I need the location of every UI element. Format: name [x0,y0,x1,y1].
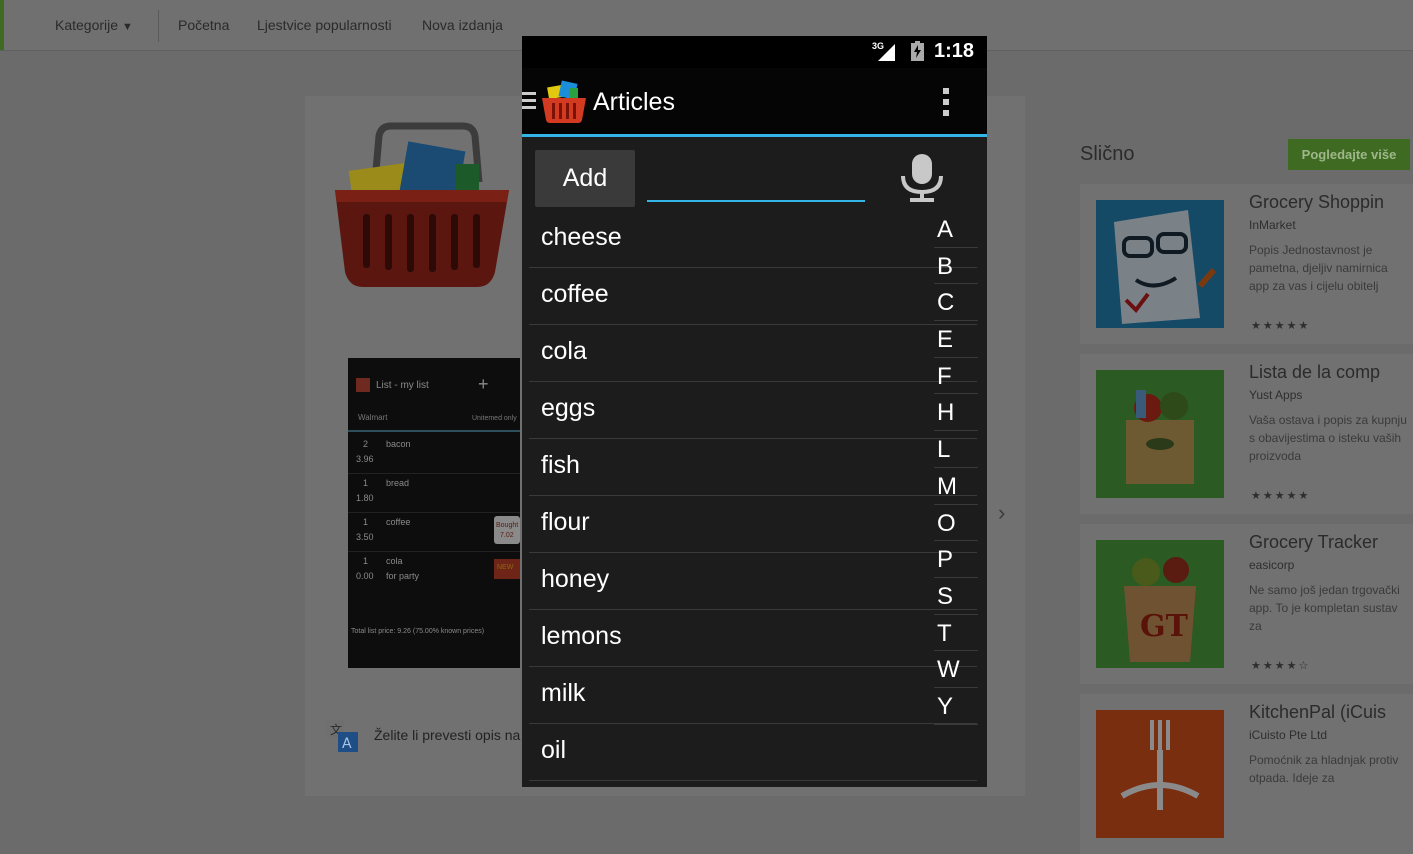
similar-app-developer[interactable]: easicorp [1249,558,1294,572]
alphabet-index: A B C E F H L M O P S T W Y [934,212,978,726]
similar-app-name[interactable]: Grocery Tracker [1249,532,1378,553]
article-item[interactable]: cheese [529,212,977,268]
article-item[interactable]: flour [529,497,977,553]
similar-app-name[interactable]: KitchenPal (iCuis [1249,702,1386,723]
similar-app-description: Ne samo još jedan trgovački app. To je k… [1249,583,1400,633]
nav-charts[interactable]: Ljestvice popularnosti [257,17,392,33]
grocery-tracker-bag-icon: GT [1096,540,1224,668]
index-letter[interactable]: T [934,616,978,652]
star-rating: ★★★★☆ [1251,660,1311,672]
grocery-list-mascot-icon [1096,200,1224,328]
index-letter[interactable]: B [934,249,978,285]
screenshot-total: Total list price: 9.26 (75.00% known pri… [351,628,485,635]
new-badge-icon: NEW [494,559,520,579]
index-letter[interactable]: Y [934,689,978,725]
article-item[interactable]: eggs [529,383,977,439]
article-item[interactable]: oil [529,725,977,781]
similar-app-developer[interactable]: Yust Apps [1249,388,1302,402]
similar-app-card[interactable]: Lista de la comp Yust Apps Vaša ostava i… [1080,354,1413,514]
status-clock: 1:18 [934,40,975,62]
fork-icon [1096,710,1224,838]
battery-charging-icon [911,41,924,61]
phone-screenshot-viewer: 3G 1:18 Articles Add cheese coffee cola … [522,36,987,787]
star-rating: ★★★★★ [1251,320,1311,332]
index-letter[interactable]: M [934,469,978,505]
add-article-button[interactable]: Add [535,150,635,207]
drawer-menu-icon[interactable] [522,90,538,112]
article-item[interactable]: milk [529,668,977,724]
screenshot-basket-icon [356,378,370,392]
star-rating: ★★★★★ [1251,490,1311,502]
screenshot-store-row: Walmart Unitemed only [348,404,520,432]
see-more-button[interactable]: Pogledajte više [1288,139,1410,170]
screenshot-list-row: 1 3.50 coffee Bought 7.02 [348,512,520,552]
article-input[interactable] [647,162,865,202]
screenshot-actionbar: List - my list + [348,374,520,398]
similar-app-description: Vaša ostava i popis za kupnju s obavijes… [1249,413,1407,463]
similar-app-card[interactable]: GT Grocery Tracker easicorp Ne samo još … [1080,524,1413,684]
similar-app-developer[interactable]: iCuisto Pte Ltd [1249,728,1327,742]
similar-app-name[interactable]: Grocery Shoppin [1249,192,1384,213]
svg-text:A: A [342,736,352,752]
similar-app-developer[interactable]: InMarket [1249,218,1296,232]
nav-categories[interactable]: Kategorije ▼ [55,17,133,33]
basket-logo-icon[interactable] [540,80,588,124]
similar-app-description: Pomoćnik za hladnjak protiv otpada. Idej… [1249,753,1399,785]
grocery-bag-icon [1096,370,1224,498]
article-item[interactable]: lemons [529,611,977,667]
svg-text:GT: GT [1140,609,1189,644]
similar-title: Slično [1080,143,1135,165]
bought-bag-icon: Bought 7.02 [494,516,520,544]
article-item[interactable]: honey [529,554,977,610]
screenshot-list-row: 1 1.80 bread [348,473,520,513]
article-item[interactable]: cola [529,326,977,382]
index-letter[interactable]: C [934,285,978,322]
translate-icon: 文 A [326,720,358,752]
index-letter[interactable]: A [934,212,978,248]
microphone-icon[interactable] [897,152,947,204]
overflow-menu-icon[interactable] [940,86,952,118]
index-letter[interactable]: S [934,579,978,615]
screenshot-list-row: 2 3.96 bacon [348,434,520,474]
app-screenshot[interactable]: List - my list + Walmart Unitemed only 2… [348,358,520,668]
article-list: cheese coffee cola eggs fish flour honey… [529,212,977,782]
index-letter[interactable]: E [934,322,978,358]
screen-title: Articles [593,88,675,116]
plus-icon: + [478,374,489,394]
similar-app-card[interactable]: KitchenPal (iCuis iCuisto Pte Ltd Pomoćn… [1080,694,1413,854]
index-letter[interactable]: O [934,506,978,542]
article-item[interactable]: coffee [529,269,977,325]
basket-app-icon [335,122,509,287]
signal-icon [878,44,895,61]
status-bar: 3G 1:18 [522,36,987,68]
chevron-right-icon[interactable]: › [998,500,1005,526]
article-item[interactable]: fish [529,440,977,496]
similar-app-description: Popis Jednostavnost je pametna, djeljiv … [1249,243,1388,293]
action-bar: Articles [522,68,987,137]
index-letter[interactable]: F [934,359,978,395]
screenshot-list-row: 1 0.00 cola for party NEW [348,551,520,590]
index-letter[interactable]: L [934,432,978,468]
nav-new-releases[interactable]: Nova izdanja [422,17,503,33]
similar-app-name[interactable]: Lista de la comp [1249,362,1380,383]
index-letter[interactable]: H [934,395,978,432]
nav-divider [158,10,159,42]
chevron-down-icon: ▼ [121,21,133,33]
similar-app-card[interactable]: Grocery Shoppin InMarket Popis Jednostav… [1080,184,1413,344]
nav-accent-bar [0,0,4,50]
nav-home[interactable]: Početna [178,17,229,33]
index-letter[interactable]: W [934,652,978,688]
index-letter[interactable]: P [934,542,978,578]
